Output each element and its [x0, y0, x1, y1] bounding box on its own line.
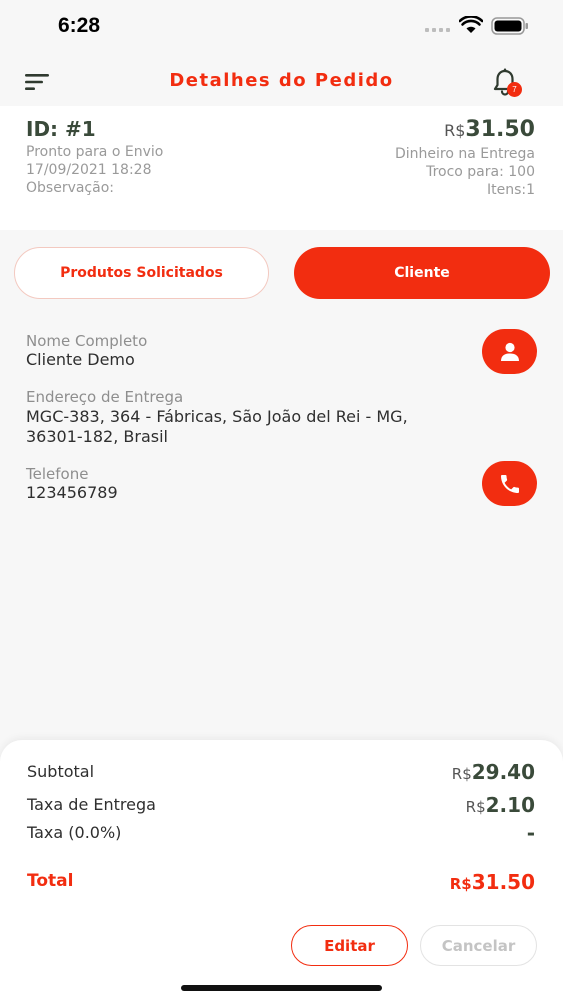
- order-info-card: ID: #1 Pronto para o Envio 17/09/2021 18…: [0, 106, 563, 230]
- status-bar: 6:28: [0, 0, 563, 52]
- notification-badge: 7: [507, 82, 522, 97]
- phone-label: Telefone: [26, 465, 89, 483]
- cancel-button[interactable]: Cancelar: [420, 925, 537, 966]
- payment-method: Dinheiro na Entrega: [394, 146, 535, 162]
- items-count: Itens:1: [486, 182, 535, 198]
- order-observation-label: Observação:: [26, 180, 114, 196]
- client-name: Cliente Demo: [26, 350, 135, 369]
- client-profile-button[interactable]: [482, 329, 537, 374]
- subtotal-currency: R$: [451, 765, 472, 783]
- order-total: R$31.50: [444, 117, 535, 142]
- subtotal-value: R$29.40: [452, 760, 535, 784]
- order-summary-panel: Subtotal R$29.40 Taxa de Entrega R$2.10 …: [0, 740, 563, 1000]
- delivery-fee-currency: R$: [465, 798, 486, 816]
- order-datetime: 17/09/2021 18:28: [26, 162, 152, 178]
- client-name-label: Nome Completo: [26, 332, 148, 350]
- phone-icon: [500, 474, 519, 493]
- total-amount: 31.50: [471, 870, 535, 894]
- delivery-fee-amount: 2.10: [485, 793, 535, 817]
- address-line-2: 36301-182, Brasil: [26, 427, 168, 446]
- order-status: Pronto para o Envio: [26, 144, 164, 160]
- tax-value: -: [526, 821, 535, 845]
- tab-products[interactable]: Produtos Solicitados: [14, 247, 269, 299]
- address-label: Endereço de Entrega: [26, 388, 184, 406]
- status-time: 6:28: [58, 14, 101, 37]
- wifi-icon: [459, 16, 483, 33]
- order-total-value: 31.50: [465, 117, 535, 142]
- home-indicator: [181, 985, 382, 991]
- subtotal-amount: 29.40: [471, 760, 535, 784]
- client-phone: 123456789: [26, 483, 118, 502]
- page-title: Detalhes do Pedido: [169, 70, 394, 91]
- change-for: Troco para: 100: [426, 164, 535, 180]
- person-icon: [500, 342, 519, 361]
- notifications-button[interactable]: 7: [492, 68, 526, 100]
- call-button[interactable]: [482, 461, 537, 506]
- total-currency: R$: [449, 875, 472, 893]
- battery-icon: [491, 17, 528, 35]
- order-id: ID: #1: [26, 117, 96, 141]
- app-header: Detalhes do Pedido 7: [0, 52, 563, 106]
- delivery-fee-label: Taxa de Entrega: [27, 795, 156, 814]
- delivery-fee-value: R$2.10: [466, 793, 535, 817]
- address-line-1: MGC-383, 364 - Fábricas, São João del Re…: [26, 407, 408, 426]
- cellular-signal-icon: [425, 28, 450, 32]
- edit-button[interactable]: Editar: [291, 925, 408, 966]
- order-total-currency: R$: [444, 121, 466, 140]
- tab-client[interactable]: Cliente: [294, 247, 550, 299]
- subtotal-label: Subtotal: [27, 762, 95, 781]
- tax-label: Taxa (0.0%): [27, 823, 122, 842]
- total-value: R$31.50: [450, 870, 535, 894]
- tab-bar: Produtos Solicitados Cliente: [0, 247, 563, 299]
- total-label: Total: [27, 871, 74, 891]
